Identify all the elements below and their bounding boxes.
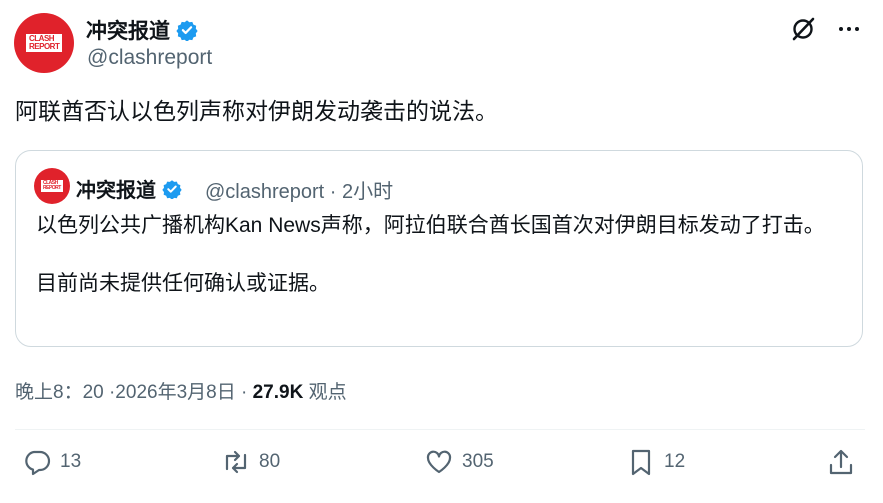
like-count: 305 [462, 451, 494, 472]
quoted-body-line2: 目前尚未提供任何确认或证据。 [36, 272, 330, 295]
divider [15, 429, 865, 430]
bookmark-icon [631, 449, 651, 476]
repost-icon [225, 450, 247, 474]
verified-badge-icon [176, 20, 198, 41]
clash-report-logo-small: CLASH REPORT [41, 180, 63, 192]
quoted-tweet[interactable]: CLASH REPORT 冲突报道 @clashreport · 2小时 以色列… [15, 150, 863, 347]
clash-report-logo: CLASH REPORT [26, 34, 62, 52]
reply-count: 13 [60, 451, 82, 472]
tweet-meta: 晚上8：20 ·2026年3月8日 · 27.9K 观点 [15, 377, 347, 404]
share-button[interactable] [826, 447, 856, 477]
quoted-meta: @clashreport · 2小时 [205, 181, 394, 203]
bookmark-button[interactable]: 12 [626, 447, 685, 477]
tweet-text: 阿联酋否认以色列声称对伊朗发动袭击的说法。 [15, 98, 498, 124]
share-icon [829, 449, 853, 475]
author-name-text[interactable]: 冲突报道 [86, 15, 170, 45]
tweet-timestamp[interactable]: 晚上8：20 ·2026年3月8日 · [15, 382, 253, 403]
action-bar: 13 80 305 12 [0, 447, 883, 487]
like-button[interactable]: 305 [424, 447, 494, 477]
quoted-author-avatar[interactable]: CLASH REPORT [34, 168, 70, 204]
top-actions [789, 15, 861, 43]
author-handle[interactable]: @clashreport [87, 46, 212, 70]
reply-button[interactable]: 13 [22, 447, 81, 477]
quoted-body: 以色列公共广播机构Kan News声称，阿拉伯联合酋长国首次对伊朗目标发动了打击… [36, 211, 846, 298]
views-label: 观点 [303, 382, 347, 403]
views-count: 27.9K [252, 382, 304, 403]
repost-button[interactable]: 80 [221, 447, 280, 477]
author-avatar[interactable]: CLASH REPORT [14, 13, 74, 73]
grok-icon[interactable] [789, 15, 817, 43]
quoted-author-name-text: 冲突报道 [76, 180, 156, 202]
like-icon [426, 450, 452, 474]
logo-text-report-small: REPORT [43, 185, 61, 191]
logo-text-report: REPORT [29, 42, 60, 51]
bookmark-count: 12 [664, 451, 686, 472]
author-name[interactable]: 冲突报道 [86, 15, 198, 45]
verified-badge-icon [162, 179, 182, 199]
repost-count: 80 [259, 451, 281, 472]
more-icon[interactable] [837, 17, 861, 41]
quoted-body-line1: 以色列公共广播机构Kan News声称，阿拉伯联合酋长国首次对伊朗目标发动了打击… [36, 214, 825, 237]
reply-icon [25, 450, 51, 476]
quoted-author-name: 冲突报道 [76, 174, 182, 203]
